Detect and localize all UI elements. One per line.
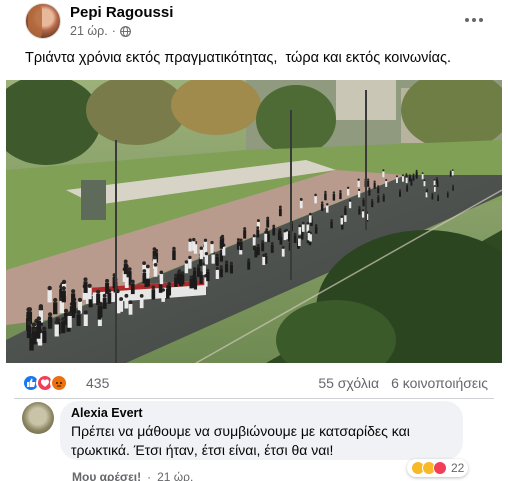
angry-icon	[50, 374, 68, 392]
protest-photo-image	[6, 80, 502, 363]
comment-reaction-count: 22	[451, 461, 465, 475]
dot-separator: ·	[147, 470, 152, 481]
reactions-bar: 435 55 σχόλια 6 κοινοποιήσεις	[22, 372, 488, 394]
globe-icon	[119, 25, 131, 37]
post-meta: 21 ώρ. ·	[70, 24, 131, 38]
love-icon	[433, 461, 447, 475]
engagement-counts: 55 σχόλια 6 κοινοποιήσεις	[318, 375, 488, 391]
comment-text: Πρέπει να μάθουμε να συμβιώνουμε με κατσ…	[71, 422, 461, 460]
dot-icon	[479, 18, 483, 22]
divider	[14, 398, 494, 399]
commenter-avatar[interactable]	[22, 402, 54, 434]
comment-actions: Μου αρέσει! · 21 ώρ.	[72, 470, 193, 481]
dot-icon	[465, 18, 469, 22]
dot-icon	[472, 18, 476, 22]
post-author-name[interactable]: Pepi Ragoussi	[70, 4, 173, 21]
shares-count-link[interactable]: 6 κοινοποιήσεις	[391, 375, 488, 391]
post-text: Τριάντα χρόνια εκτός πραγματικότητας, τώ…	[25, 50, 452, 66]
reaction-icons[interactable]	[22, 374, 68, 392]
author-avatar[interactable]	[25, 3, 61, 39]
comments-count-link[interactable]: 55 σχόλια	[318, 375, 379, 391]
comment-reactions[interactable]: 22	[407, 459, 469, 477]
facebook-post: Pepi Ragoussi 21 ώρ. · Τριάντα χρόνια εκ…	[0, 0, 508, 481]
post-timestamp[interactable]: 21 ώρ.	[70, 24, 108, 38]
dot-separator: ·	[111, 24, 116, 38]
reaction-count[interactable]: 435	[86, 375, 109, 391]
comment-text-line: τρωκτικά. Έτσι ήταν, έτσι είναι, έτσι θα…	[71, 442, 334, 458]
more-options-button[interactable]	[460, 10, 488, 30]
commenter-name[interactable]: Alexia Evert	[71, 406, 143, 420]
comment-like-button[interactable]: Μου αρέσει!	[72, 470, 141, 481]
post-photo[interactable]	[6, 80, 502, 363]
comment-timestamp[interactable]: 21 ώρ.	[157, 470, 193, 481]
comment-text-line: Πρέπει να μάθουμε να συμβιώνουμε με κατσ…	[71, 423, 410, 439]
